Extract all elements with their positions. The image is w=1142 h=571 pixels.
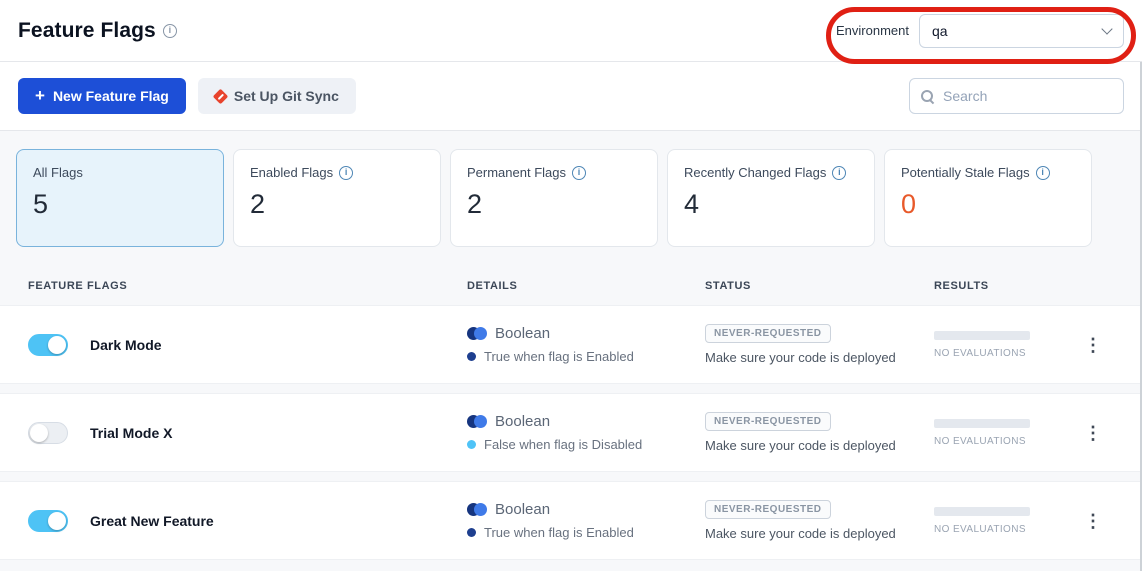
stat-label: All Flags: [33, 165, 83, 180]
setup-git-sync-button[interactable]: Set Up Git Sync: [198, 78, 356, 114]
results-bar: [934, 419, 1030, 428]
info-icon[interactable]: i: [339, 166, 353, 180]
flag-name: Great New Feature: [90, 513, 214, 529]
info-icon[interactable]: i: [572, 166, 586, 180]
stat-card-permanent-flags[interactable]: Permanent Flags i 2: [450, 149, 658, 247]
info-icon[interactable]: i: [832, 166, 846, 180]
row-menu-button[interactable]: ⋮: [1076, 332, 1110, 358]
status-badge: NEVER-REQUESTED: [705, 500, 831, 519]
stat-card-enabled-flags[interactable]: Enabled Flags i 2: [233, 149, 441, 247]
results-bar: [934, 507, 1030, 516]
flags-table: Dark Mode Boolean True when flag is Enab…: [0, 305, 1142, 560]
search-input[interactable]: [943, 88, 1113, 104]
search-icon: [920, 89, 935, 104]
stat-value: 4: [684, 189, 858, 220]
chevron-down-icon: [1101, 23, 1112, 34]
stat-card-potentially-stale-flags[interactable]: Potentially Stale Flags i 0: [884, 149, 1092, 247]
variation-dot: [467, 528, 476, 537]
results-label: NO EVALUATIONS: [934, 348, 1030, 359]
flag-toggle[interactable]: [28, 334, 68, 356]
environment-value: qa: [932, 23, 948, 39]
column-header-status: STATUS: [705, 280, 934, 292]
stat-value: 0: [901, 189, 1075, 220]
table-row[interactable]: Trial Mode X Boolean False when flag is …: [0, 393, 1142, 472]
flag-toggle[interactable]: [28, 422, 68, 444]
table-row[interactable]: Dark Mode Boolean True when flag is Enab…: [0, 305, 1142, 384]
stat-label: Recently Changed Flags: [684, 165, 826, 180]
results-bar: [934, 331, 1030, 340]
table-row[interactable]: Great New Feature Boolean True when flag…: [0, 481, 1142, 560]
stat-label: Enabled Flags: [250, 165, 333, 180]
environment-label: Environment: [836, 23, 909, 38]
new-feature-flag-button[interactable]: + New Feature Flag: [18, 78, 186, 114]
environment-select[interactable]: qa: [919, 14, 1124, 48]
topbar: Feature Flags i Environment qa: [0, 0, 1142, 62]
variation-dot: [467, 440, 476, 449]
stat-value: 2: [250, 189, 424, 220]
status-badge: NEVER-REQUESTED: [705, 412, 831, 431]
flags-content: All Flags 5 Enabled Flags i 2 Permanent F…: [0, 131, 1142, 560]
stat-label: Potentially Stale Flags: [901, 165, 1030, 180]
status-badge: NEVER-REQUESTED: [705, 324, 831, 343]
stat-card-all-flags[interactable]: All Flags 5: [16, 149, 224, 247]
status-text: Make sure your code is deployed: [705, 526, 896, 541]
flag-type: Boolean: [495, 325, 550, 342]
boolean-type-icon: [467, 415, 487, 428]
flag-toggle[interactable]: [28, 510, 68, 532]
toolbar: + New Feature Flag Set Up Git Sync: [0, 62, 1142, 131]
search-box[interactable]: [909, 78, 1124, 114]
flag-type: Boolean: [495, 501, 550, 518]
results-label: NO EVALUATIONS: [934, 524, 1030, 535]
stat-card-recently-changed-flags[interactable]: Recently Changed Flags i 4: [667, 149, 875, 247]
variation-text: True when flag is Enabled: [484, 525, 634, 540]
flag-type: Boolean: [495, 413, 550, 430]
variation-dot: [467, 352, 476, 361]
status-text: Make sure your code is deployed: [705, 350, 896, 365]
column-header-results: RESULTS: [934, 280, 1114, 292]
status-text: Make sure your code is deployed: [705, 438, 896, 453]
new-feature-flag-label: New Feature Flag: [53, 88, 169, 104]
info-icon[interactable]: i: [1036, 166, 1050, 180]
plus-icon: +: [35, 87, 45, 104]
page-title: Feature Flags: [18, 19, 156, 43]
git-icon: [213, 88, 229, 104]
flag-name: Trial Mode X: [90, 425, 172, 441]
results-label: NO EVALUATIONS: [934, 436, 1030, 447]
stat-value: 5: [33, 189, 207, 220]
row-menu-button[interactable]: ⋮: [1076, 420, 1110, 446]
column-header-details: DETAILS: [467, 280, 705, 292]
info-icon[interactable]: i: [163, 24, 177, 38]
row-menu-button[interactable]: ⋮: [1076, 508, 1110, 534]
column-header-feature-flags: FEATURE FLAGS: [28, 280, 467, 292]
variation-text: True when flag is Enabled: [484, 349, 634, 364]
table-header: FEATURE FLAGS DETAILS STATUS RESULTS: [0, 265, 1142, 305]
boolean-type-icon: [467, 503, 487, 516]
setup-git-sync-label: Set Up Git Sync: [234, 88, 339, 104]
boolean-type-icon: [467, 327, 487, 340]
variation-text: False when flag is Disabled: [484, 437, 642, 452]
stat-value: 2: [467, 189, 641, 220]
stats-cards: All Flags 5 Enabled Flags i 2 Permanent F…: [0, 131, 1142, 265]
stat-label: Permanent Flags: [467, 165, 566, 180]
flag-name: Dark Mode: [90, 337, 162, 353]
